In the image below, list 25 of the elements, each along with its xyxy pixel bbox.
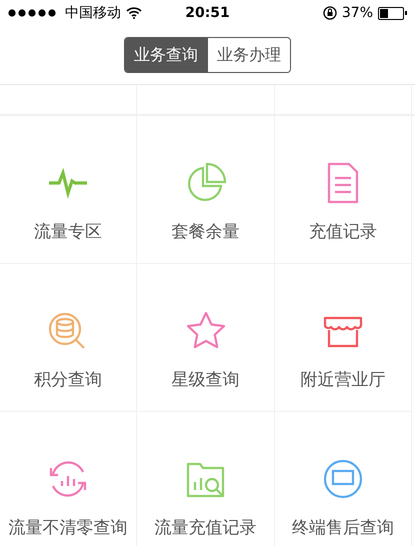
tile-label: 终端售后查询 — [292, 517, 394, 539]
service-tile[interactable]: 附近营业厅 — [275, 264, 412, 412]
service-tile[interactable]: 套餐余量 — [137, 116, 275, 264]
tile-label: 积分查询 — [34, 369, 102, 391]
service-tile[interactable]: 终端售后查询 — [275, 412, 412, 546]
segment-tab[interactable]: 业务查询 — [125, 38, 207, 72]
carrier-name: 中国移动 — [65, 4, 121, 22]
service-tile[interactable]: 流量不清零查询 — [0, 412, 137, 546]
battery-percent: 37% — [342, 5, 374, 21]
tile-label: 附近营业厅 — [300, 369, 386, 391]
segment-tab[interactable]: 业务办理 — [207, 38, 290, 72]
service-tile[interactable]: 积分查询 — [0, 264, 137, 412]
clock-time: 20:51 — [185, 5, 230, 21]
tile-label: 套餐余量 — [172, 221, 240, 243]
service-tile[interactable]: 流量充值记录 — [137, 412, 275, 546]
tile-label: 流量不清零查询 — [8, 517, 128, 539]
tile-label: 流量充值记录 — [154, 517, 256, 539]
wifi-icon — [126, 7, 142, 19]
rotation-lock-icon — [322, 6, 337, 20]
service-tile[interactable]: 流量专区 — [0, 116, 137, 264]
tile-label: 充值记录 — [309, 221, 377, 243]
service-tile[interactable]: 星级查询 — [137, 264, 275, 412]
service-tile[interactable]: 充值记录 — [275, 116, 412, 264]
tile-label: 流量专区 — [34, 221, 102, 243]
tile-label: 星级查询 — [172, 369, 240, 391]
